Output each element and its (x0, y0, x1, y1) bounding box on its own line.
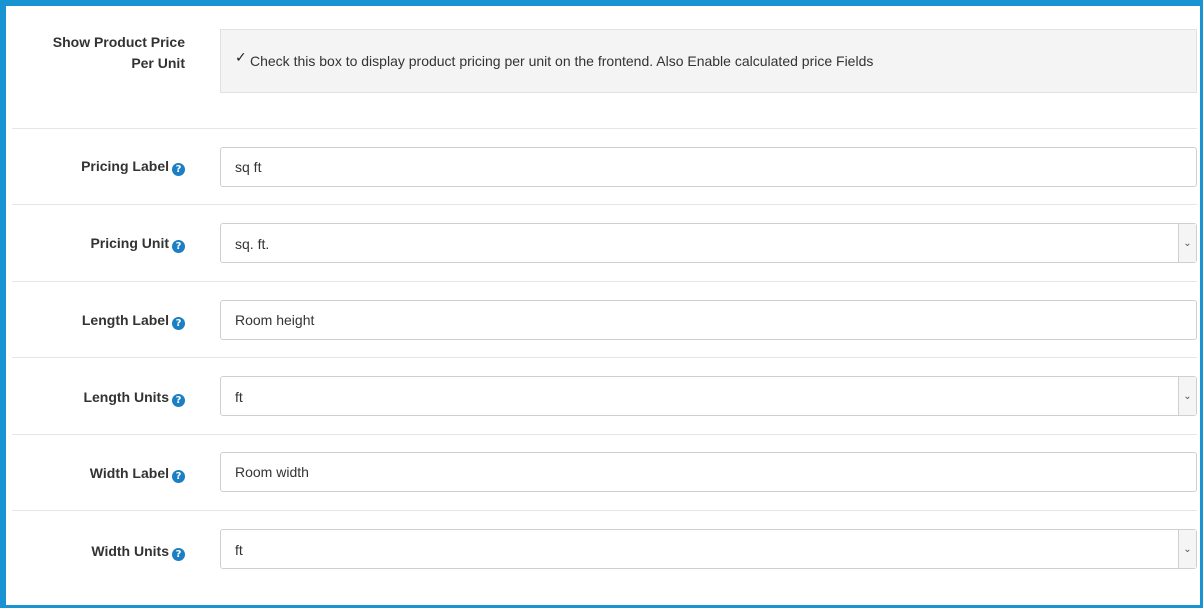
settings-panel: Show Product Price Per Unit ✓ Check this… (0, 0, 1203, 608)
show-price-per-unit-row: Show Product Price Per Unit ✓ Check this… (12, 6, 1197, 129)
question-circle-icon[interactable]: ? (172, 470, 185, 483)
show-price-per-unit-box: ✓ Check this box to display product pric… (220, 29, 1197, 93)
chevron-down-icon[interactable]: ⌄ (1178, 377, 1196, 415)
show-price-per-unit-label: Show Product Price Per Unit (52, 34, 185, 71)
pricing-unit-select[interactable]: sq. ft. ⌄ (220, 223, 1197, 263)
length-units-select[interactable]: ft ⌄ (220, 376, 1197, 416)
pricing-unit-row: Pricing Unit? sq. ft. ⌄ (12, 205, 1197, 282)
pricing-unit-value: sq. ft. (235, 236, 270, 252)
length-units-row: Length Units? ft ⌄ (12, 358, 1197, 435)
length-label-input[interactable]: Room height (220, 300, 1197, 340)
width-units-value: ft (235, 542, 243, 558)
width-units-row: Width Units? ft ⌄ (12, 511, 1197, 605)
chevron-down-icon[interactable]: ⌄ (1178, 530, 1196, 568)
pricing-unit-label: Pricing Unit? (32, 233, 185, 254)
show-price-per-unit-checkbox[interactable]: ✓ (235, 50, 247, 66)
width-label-label: Width Label? (32, 463, 185, 484)
question-circle-icon[interactable]: ? (172, 317, 185, 330)
width-label-input[interactable]: Room width (220, 452, 1197, 492)
question-circle-icon[interactable]: ? (172, 240, 185, 253)
length-units-label: Length Units? (32, 387, 185, 408)
pricing-label-label: Pricing Label? (32, 156, 185, 177)
length-label-label: Length Label? (32, 310, 185, 331)
question-circle-icon[interactable]: ? (172, 394, 185, 407)
width-units-select[interactable]: ft ⌄ (220, 529, 1197, 569)
pricing-label-row: Pricing Label? sq ft (12, 129, 1197, 205)
width-units-label: Width Units? (32, 541, 185, 562)
pricing-label-input[interactable]: sq ft (220, 147, 1197, 187)
question-circle-icon[interactable]: ? (172, 548, 185, 561)
length-label-row: Length Label? Room height (12, 282, 1197, 358)
question-circle-icon[interactable]: ? (172, 163, 185, 176)
width-label-row: Width Label? Room width (12, 435, 1197, 511)
show-price-per-unit-description: Check this box to display product pricin… (250, 53, 874, 69)
chevron-down-icon[interactable]: ⌄ (1178, 224, 1196, 262)
length-units-value: ft (235, 389, 243, 405)
